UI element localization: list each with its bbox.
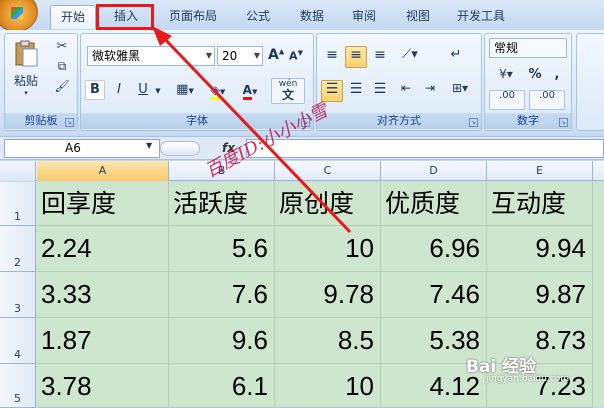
align-bottom-icon[interactable]: ≡ [369,46,391,68]
paste-button[interactable]: 粘贴 ▾ [9,38,43,98]
clipboard-group: 粘贴 ▾ ✂ ⧉ 🖌 剪贴板 ↘ [4,33,78,131]
number-launcher-icon[interactable]: ↘ [559,118,568,127]
name-box[interactable]: A6 [4,139,160,158]
formula-scroll-handle[interactable] [160,141,200,156]
data-cell[interactable]: 5.6 [169,226,275,272]
column-header-e[interactable]: E [487,161,593,181]
align-top-icon[interactable]: ≡ [321,46,343,68]
merge-center-icon[interactable]: ⊞▾ [445,80,475,102]
italic-button[interactable]: I [109,80,129,100]
paste-dropdown-icon[interactable]: ▾ [10,89,42,97]
data-cell[interactable]: 8.5 [275,318,381,364]
increase-decimal-button[interactable]: .00 [489,90,525,110]
increase-indent-icon[interactable]: ⇥ [419,80,441,102]
data-cell[interactable]: 3.78 [37,364,169,408]
row-header-1[interactable]: 1 [0,182,36,226]
align-left-icon[interactable]: ☰ [321,80,343,102]
number-format-combo[interactable]: 常规 [489,38,567,58]
decrease-indent-icon[interactable]: ⇤ [395,80,417,102]
decrease-decimal-button[interactable]: .00 [529,90,565,110]
data-cell[interactable]: 6.1 [169,364,275,408]
alignment-launcher-icon[interactable]: ↘ [469,118,478,127]
shrink-font-button[interactable]: A▼ [287,48,305,66]
fill-bucket-icon: ◈ [210,83,220,100]
data-cell[interactable]: 6.96 [381,226,487,272]
chevron-down-icon: ▼ [205,51,212,60]
clipboard-launcher-icon[interactable]: ↘ [65,118,74,127]
data-cell[interactable]: 10 [275,226,381,272]
number-group: 常规 ¥▾ % , .00 .00 数字 ↘ [484,33,572,131]
cut-icon[interactable]: ✂ [53,38,71,56]
format-painter-icon[interactable]: 🖌 [53,78,71,96]
name-box-dropdown-icon[interactable]: ▼ [146,141,152,150]
percent-button[interactable]: % [525,66,545,86]
row-header-4[interactable]: 4 [0,318,36,364]
font-name-value: 微软雅黑 [92,49,141,63]
data-cell[interactable]: 9.94 [487,226,593,272]
font-size-value: 20 [222,49,238,63]
wrap-text-icon[interactable]: ↵ [445,46,467,68]
data-cell[interactable]: 9.6 [169,318,275,364]
data-cell[interactable]: 9.78 [275,272,381,318]
font-color-icon: A [242,83,252,100]
font-name-combo[interactable]: 微软雅黑 ▼ [87,46,215,66]
underline-button[interactable]: U [133,80,153,100]
bold-button[interactable]: B [85,80,105,100]
tab-data[interactable]: 数据 [290,5,334,29]
header-cell[interactable]: 互动度 [487,182,593,226]
grow-font-button[interactable]: A▲ [267,46,285,66]
data-cell[interactable]: 2.24 [37,226,169,272]
tab-view[interactable]: 视图 [396,5,440,29]
align-right-icon[interactable]: ☰ [369,80,391,102]
number-format-value: 常规 [494,41,519,55]
data-cell[interactable]: 3.33 [37,272,169,318]
data-cell[interactable]: 7.6 [169,272,275,318]
header-cell[interactable]: 活跃度 [169,182,275,226]
borders-icon: ▦ [176,82,189,97]
align-middle-icon[interactable]: ≡ [345,46,367,68]
alignment-group: ≡ ≡ ≡ ⟋▾ ↵ ☰ ☰ ☰ ⇤ ⇥ ⊞▾ 对齐方式 ↘ [316,33,482,131]
tab-developer[interactable]: 开发工具 [448,5,514,29]
column-header-a[interactable]: A [37,161,169,181]
underline-dropdown-icon[interactable]: ▼ [153,80,163,100]
phonetic-button[interactable]: wén 文 [271,78,305,104]
font-size-combo[interactable]: 20 ▼ [217,46,263,66]
header-cell[interactable]: 回享度 [37,182,169,226]
data-cell[interactable]: 10 [275,364,381,408]
tab-home[interactable]: 开始 [50,5,96,29]
column-header-c[interactable]: C [275,161,381,181]
tab-page-layout[interactable]: 页面布局 [160,5,226,29]
row-header-5[interactable]: 5 [0,364,36,408]
select-all-corner[interactable] [0,161,36,181]
borders-button[interactable]: ▦▼ [171,80,199,100]
paste-icon [15,40,38,67]
header-cell[interactable]: 优质度 [381,182,487,226]
data-cell[interactable]: 7.46 [381,272,487,318]
paste-label: 粘贴 [13,74,38,88]
chevron-down-icon: ▼ [253,51,260,60]
comma-button[interactable]: , [547,66,567,86]
column-header-d[interactable]: D [381,161,487,181]
insert-tab-highlight [96,4,154,30]
tab-formulas[interactable]: 公式 [236,5,280,29]
font-color-button[interactable]: A▼ [235,80,265,100]
baidu-jingyan-url: jingyan.baidu.com [486,374,570,384]
align-center-icon[interactable]: ☰ [345,80,367,102]
data-cell[interactable]: 1.87 [37,318,169,364]
row-header-3[interactable]: 3 [0,272,36,318]
tab-review[interactable]: 审阅 [342,5,386,29]
font-group: 微软雅黑 ▼ 20 ▼ A▲ A▼ B I U ▼ ▦▼ ◈▼ A▼ wén 文 字体… [80,33,314,131]
orientation-icon[interactable]: ⟋▾ [395,46,425,68]
alignment-group-label: 对齐方式 [317,113,481,129]
fill-color-button[interactable]: ◈▼ [203,80,233,100]
data-cell[interactable]: 9.87 [487,272,593,318]
header-cell[interactable]: 原创度 [275,182,381,226]
currency-icon[interactable]: ¥▾ [489,66,523,86]
formula-input[interactable] [246,139,604,158]
row-header-2[interactable]: 2 [0,226,36,272]
copy-icon[interactable]: ⧉ [53,58,71,76]
styles-group [576,33,604,131]
